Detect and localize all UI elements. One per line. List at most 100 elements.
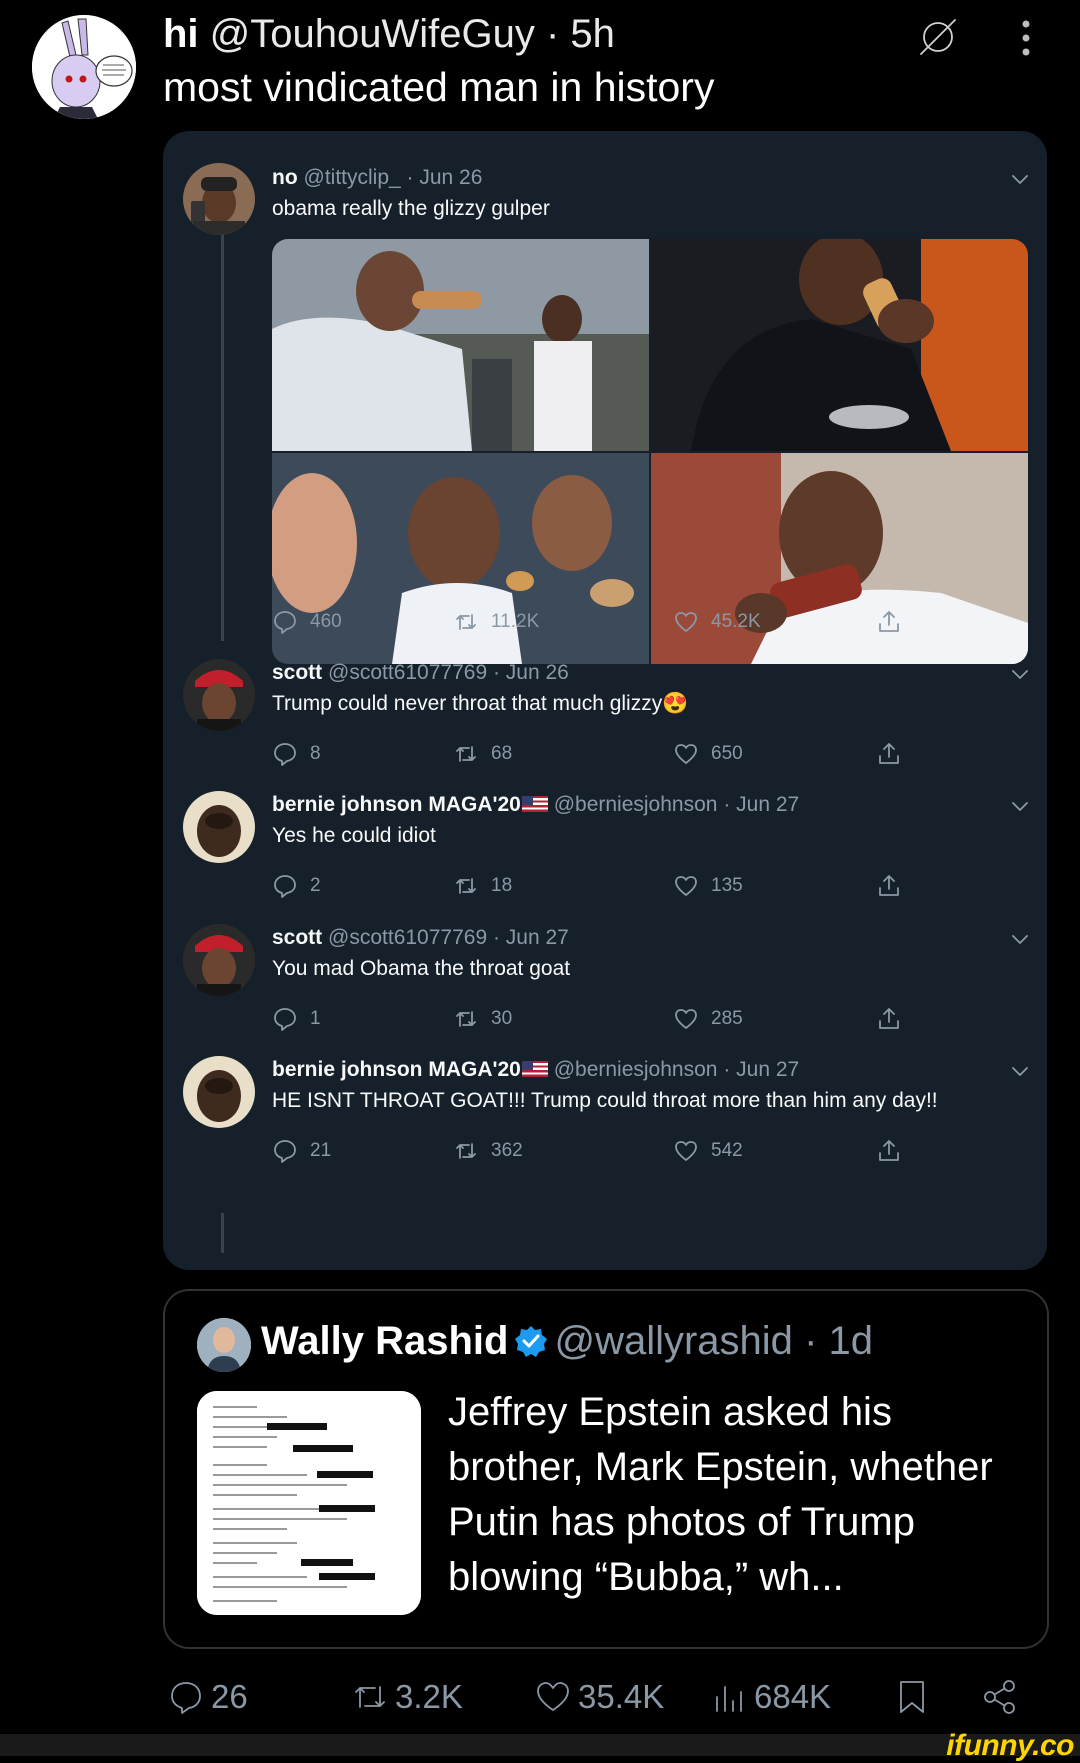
chevron-down-icon <box>1011 174 1029 186</box>
like-button: 650 <box>673 741 743 767</box>
share-icon <box>879 1008 899 1029</box>
retweet-icon <box>456 1011 476 1027</box>
reply-button: 2 <box>272 873 321 899</box>
retweet-count: 30 <box>491 1008 513 1029</box>
like-count: 542 <box>711 1140 743 1161</box>
share-button <box>876 609 902 635</box>
timestamp: · 5h <box>546 12 615 56</box>
display-name[interactable]: hi <box>163 12 199 56</box>
chevron-down-icon <box>1011 669 1029 681</box>
repost-button[interactable]: 3.2K <box>351 1678 463 1716</box>
reply-count: 460 <box>310 611 342 632</box>
views-count: 684K <box>754 1678 832 1715</box>
reply-icon <box>274 1140 296 1163</box>
us-flag-icon <box>521 796 548 812</box>
tweet-text: Yes he could idiot <box>272 824 436 847</box>
grok-icon[interactable] <box>915 14 961 60</box>
thread-line <box>221 1213 224 1253</box>
more-options-icon[interactable] <box>1018 18 1034 58</box>
avatar[interactable] <box>32 15 136 119</box>
heart-icon <box>675 1141 697 1161</box>
heart-icon <box>675 876 697 896</box>
retweet-button: 30 <box>453 1006 512 1032</box>
tweet-text: obama really the glizzy gulper <box>272 197 550 220</box>
views-button[interactable]: 684K <box>710 1678 831 1716</box>
heart-icon <box>675 612 697 632</box>
heart-eyes-emoji: 😍 <box>662 692 689 715</box>
handle[interactable]: @TouhouWifeGuy <box>210 12 535 56</box>
photo <box>272 239 649 451</box>
reply-count: 26 <box>211 1678 248 1715</box>
verified-badge-icon <box>515 1326 548 1357</box>
retweet-button: 362 <box>453 1138 523 1164</box>
post-author[interactable]: hi @TouhouWifeGuy · 5h <box>163 12 615 57</box>
reply-button: 8 <box>272 741 321 767</box>
us-flag-icon <box>521 1061 548 1077</box>
like-count: 45.2K <box>711 611 761 632</box>
tweet-handle: @tittyclip_ <box>303 166 401 189</box>
tweet-date: · Jun 26 <box>406 166 483 189</box>
retweet-button: 11.2K <box>453 609 539 635</box>
quoted-timestamp: · 1d <box>804 1319 873 1363</box>
tweet-author: bernie johnson MAGA'20 <box>272 1058 521 1081</box>
share-button <box>876 1138 902 1164</box>
photo <box>651 239 1028 451</box>
share-button <box>876 741 902 767</box>
reply-count: 8 <box>310 743 321 764</box>
reply-icon <box>274 875 296 898</box>
chevron-down-icon <box>1011 801 1029 813</box>
like-count: 650 <box>711 743 743 764</box>
avatar[interactable] <box>197 1318 251 1372</box>
retweet-button: 68 <box>453 741 512 767</box>
tweet-handle: @scott61077769 <box>328 661 488 684</box>
quoted-header: Wally Rashid @wallyrashid · 1d <box>261 1319 873 1364</box>
like-count: 135 <box>711 875 743 896</box>
ifunny-watermark: ifunny.co <box>946 1729 1074 1762</box>
share-button[interactable] <box>981 1678 1019 1716</box>
heart-icon <box>675 744 697 764</box>
tweet-text: Trump could never throat that much glizz… <box>272 692 688 716</box>
document-thumbnail[interactable] <box>197 1391 421 1615</box>
tweet-author: bernie johnson MAGA'20 <box>272 793 521 816</box>
retweet-count: 11.2K <box>491 611 540 632</box>
avatar <box>183 924 255 996</box>
like-button: 45.2K <box>673 609 761 635</box>
thread-line <box>221 221 224 641</box>
like-button: 285 <box>673 1006 743 1032</box>
chevron-down-icon <box>1011 1066 1029 1078</box>
tweet-author: scott <box>272 661 323 684</box>
tweet-header: no @tittyclip_ · Jun 26 <box>272 166 482 190</box>
watermark-bar <box>0 1734 1080 1756</box>
bookmark-button[interactable] <box>893 1678 931 1716</box>
tweet-text: HE ISNT THROAT GOAT!!! Trump could throa… <box>272 1089 938 1112</box>
tweet-text: You mad Obama the throat goat <box>272 957 571 980</box>
share-icon <box>984 1680 1015 1714</box>
repost-count: 3.2K <box>395 1678 463 1715</box>
like-button[interactable]: 35.4K <box>534 1678 664 1716</box>
reply-button: 1 <box>272 1006 321 1032</box>
tweet-header: scott @scott61077769 · Jun 26 <box>272 661 569 685</box>
tweet-date: · Jun 27 <box>492 926 569 949</box>
reply-count: 1 <box>310 1008 321 1029</box>
like-button: 135 <box>673 873 743 899</box>
share-button <box>876 1006 902 1032</box>
quoted-post[interactable]: Wally Rashid @wallyrashid · 1d Jeffrey Ep… <box>163 1289 1049 1649</box>
share-icon <box>879 1140 899 1161</box>
tweet-author: no <box>272 166 298 189</box>
tweet-date: · Jun 26 <box>492 661 569 684</box>
retweet-icon <box>456 878 476 894</box>
avatar <box>183 163 255 235</box>
retweet-icon <box>456 1143 476 1159</box>
embedded-screenshot: no @tittyclip_ · Jun 26 obama really the… <box>163 131 1047 1270</box>
retweet-count: 68 <box>491 743 513 764</box>
post-text: most vindicated man in history <box>163 64 715 110</box>
reply-button[interactable]: 26 <box>167 1678 248 1716</box>
avatar <box>183 791 255 863</box>
tweet-handle: @scott61077769 <box>328 926 488 949</box>
quoted-handle[interactable]: @wallyrashid <box>554 1319 792 1363</box>
quoted-author[interactable]: Wally Rashid <box>261 1319 508 1363</box>
share-button <box>876 873 902 899</box>
retweet-button: 18 <box>453 873 512 899</box>
reply-count: 2 <box>310 875 321 896</box>
reply-icon <box>171 1682 201 1714</box>
